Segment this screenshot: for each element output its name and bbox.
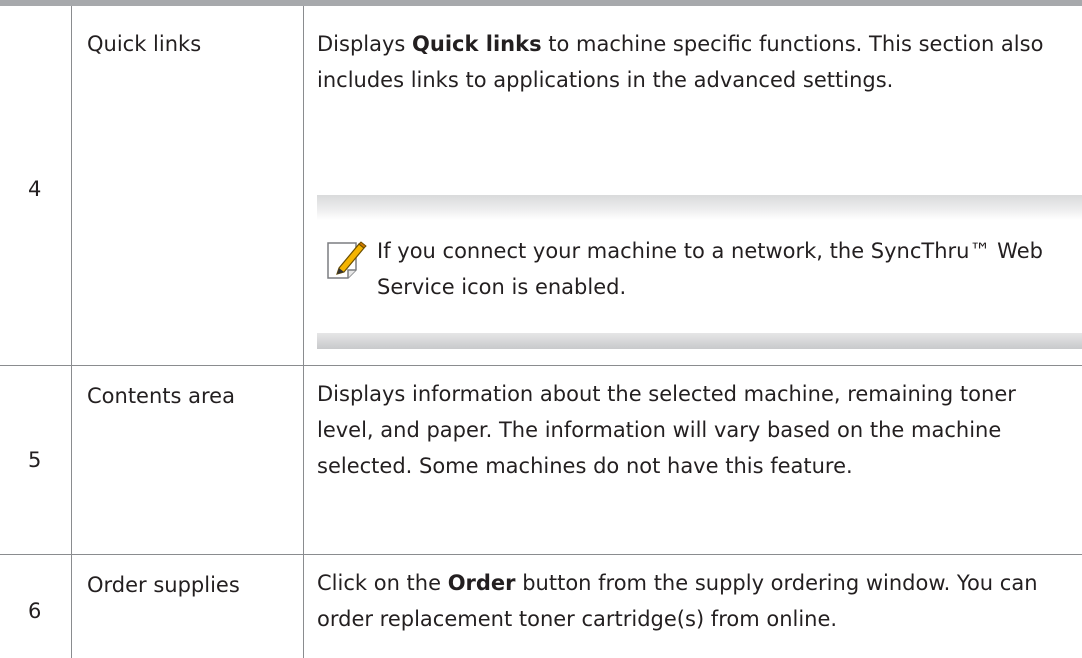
row-divider <box>0 554 1082 555</box>
feature-table: 4 Quick links Displays Quick links to ma… <box>0 0 1082 658</box>
description-bold: Quick links <box>412 32 542 56</box>
column-divider <box>71 6 72 658</box>
table-top-rule <box>0 0 1082 6</box>
row-term: Order supplies <box>87 573 240 597</box>
row-description: Displays information about the selected … <box>317 382 1016 478</box>
note-box: If you connect your machine to a network… <box>317 195 1082 349</box>
description-bold: Order <box>447 571 516 595</box>
row-term: Contents area <box>87 384 235 408</box>
note-bottom-band <box>317 333 1082 349</box>
column-divider <box>303 6 304 658</box>
row-description: Click on the Order button from the suppl… <box>317 565 1077 637</box>
note-pencil-icon <box>325 238 367 282</box>
row-number: 4 <box>28 177 42 201</box>
note-top-band <box>317 195 1082 220</box>
row-number: 5 <box>28 448 42 472</box>
description-text: Click on the <box>317 571 448 595</box>
note-text: If you connect your machine to a network… <box>377 239 1043 299</box>
row-term: Quick links <box>87 32 202 56</box>
row-description: Displays Quick links to machine specific… <box>317 26 1057 98</box>
description-text: Displays <box>317 32 413 56</box>
row-number: 6 <box>28 599 42 623</box>
row-divider <box>0 365 1082 366</box>
